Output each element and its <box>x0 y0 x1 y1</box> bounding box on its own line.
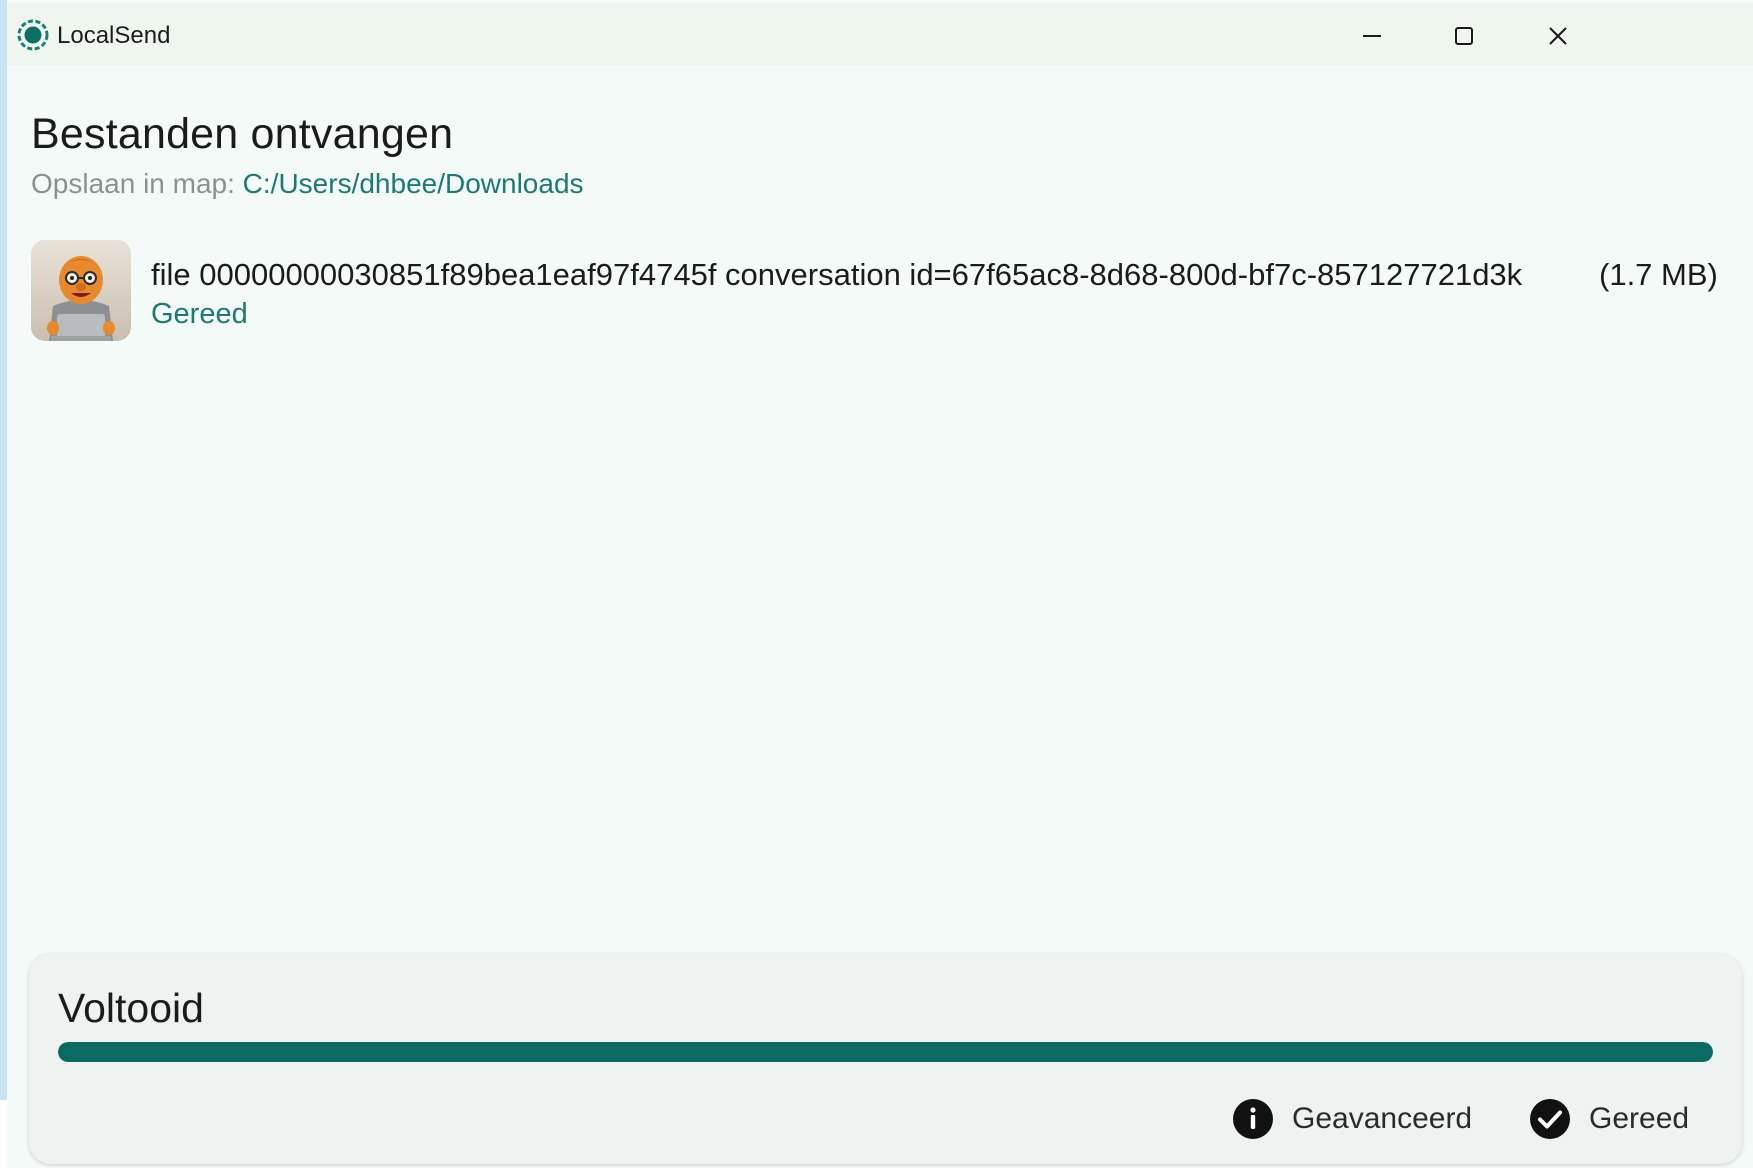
advanced-button-label: Geavanceerd <box>1292 1102 1473 1135</box>
done-button-label: Gereed <box>1589 1102 1690 1135</box>
localsend-logo-icon <box>17 19 49 51</box>
puppet-thumbnail-image <box>31 240 131 341</box>
advanced-button[interactable]: Geavanceerd <box>1232 1084 1472 1154</box>
save-location-path-link[interactable]: C:/Users/dhbee/Downloads <box>243 168 584 199</box>
localsend-window: LocalSend Bestanden ontvangen Opslaan in… <box>7 0 1753 1168</box>
save-location: Opslaan in map: C:/Users/dhbee/Downloads <box>31 168 584 200</box>
close-button[interactable] <box>1513 7 1603 65</box>
page-title: Bestanden ontvangen <box>31 110 454 158</box>
transfer-status-title: Voltooid <box>58 985 204 1031</box>
check-circle-icon <box>1530 1099 1570 1139</box>
maximize-button[interactable] <box>1419 7 1509 65</box>
file-name: file 00000000030851f89bea1eaf97f4745f co… <box>151 257 1523 292</box>
info-icon <box>1233 1099 1273 1139</box>
file-thumbnail[interactable] <box>31 240 131 341</box>
close-icon <box>1549 27 1567 45</box>
title-bar[interactable]: LocalSend <box>7 3 1753 65</box>
progress-bar <box>58 1042 1713 1062</box>
file-status: Gereed <box>151 298 248 330</box>
desktop-edge <box>0 0 7 1100</box>
transfer-status-card: Voltooid Geavanceerd Gereed <box>29 954 1742 1164</box>
maximize-icon <box>1455 27 1473 45</box>
window-title: LocalSend <box>57 22 171 49</box>
done-button[interactable]: Gereed <box>1529 1084 1689 1154</box>
save-location-label: Opslaan in map: <box>31 168 235 199</box>
file-size: (1.7 MB) <box>1599 257 1718 292</box>
minimize-icon <box>1363 35 1381 37</box>
minimize-button[interactable] <box>1327 7 1417 65</box>
progress-bar-fill <box>58 1042 1713 1062</box>
